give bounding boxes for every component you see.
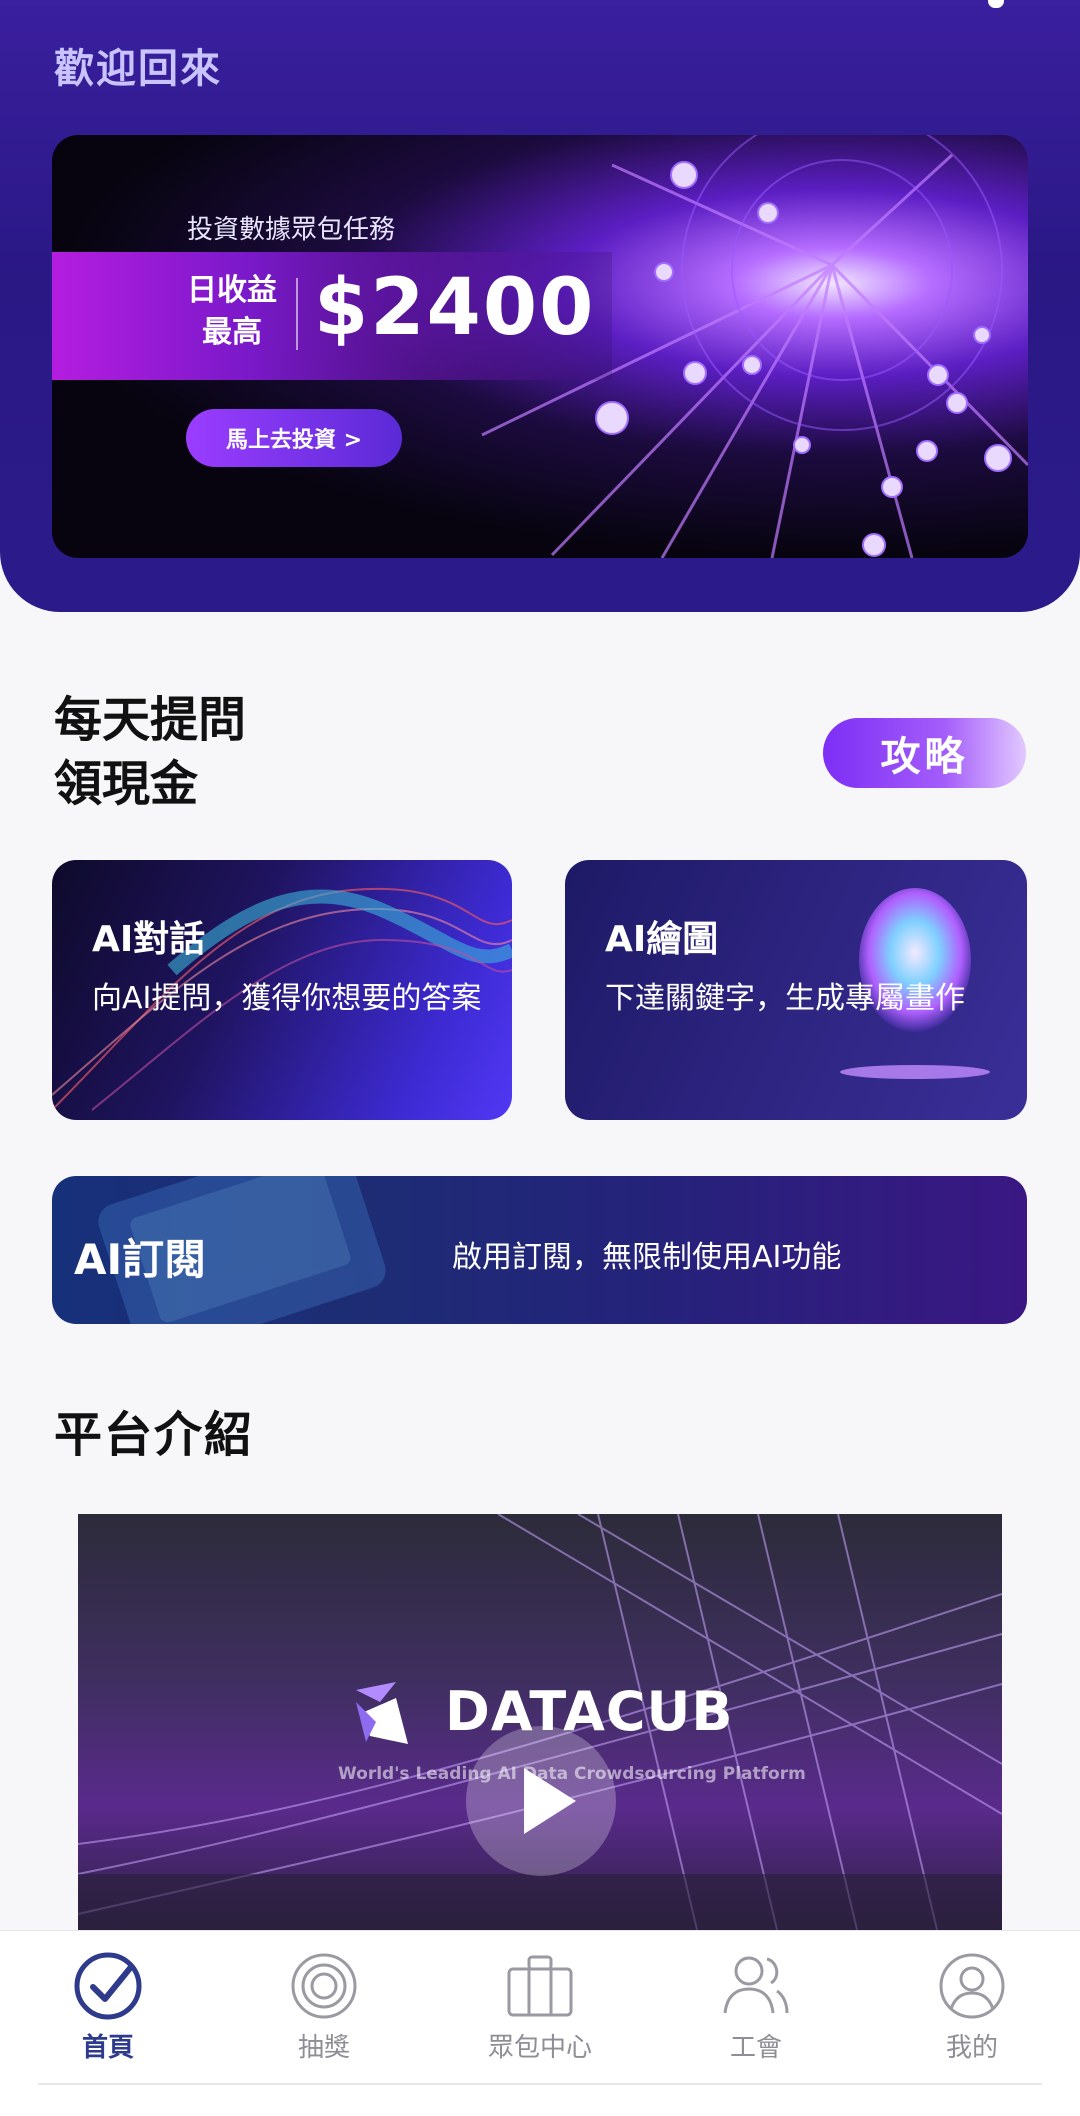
ai-chat-card[interactable]: AI對話 向AI提問，獲得你想要的答案: [52, 860, 512, 1120]
banner-divider: [296, 278, 298, 350]
video-logo: DATACUB: [445, 1680, 734, 1743]
invest-banner[interactable]: 投資數據眾包任務 日收益最高 $2400 馬上去投資 >: [52, 135, 1028, 558]
home-indicator: [38, 2083, 1042, 2085]
ai-drawing-card[interactable]: AI繪圖 下達關鍵字，生成專屬畫作: [565, 860, 1027, 1120]
card-title: AI對話: [92, 919, 206, 960]
tab-union[interactable]: 工會: [686, 1951, 826, 2071]
earnings-amount: $2400: [314, 263, 596, 353]
daily-earnings-label: 日收益最高: [187, 273, 277, 350]
welcome-text: 歡迎回來: [54, 46, 222, 92]
subscription-description: 啟用訂閱，無限制使用AI功能: [452, 1240, 842, 1275]
banner-tag: 投資數據眾包任務: [187, 215, 396, 245]
user-icon: [939, 1953, 1005, 2019]
users-icon: [723, 1956, 789, 2014]
platform-intro-title: 平台介紹: [54, 1407, 255, 1463]
subscription-title: AI訂閱: [74, 1235, 207, 1284]
tab-label: 抽獎: [297, 2033, 350, 2063]
invest-now-button[interactable]: 馬上去投資 >: [186, 409, 402, 467]
tab-profile[interactable]: 我的: [902, 1951, 1042, 2071]
tab-home[interactable]: 首頁: [38, 1951, 178, 2071]
intro-video[interactable]: DATACUB World's Leading AI Data Crowdsou…: [78, 1514, 1002, 1934]
tab-label: 首頁: [81, 2033, 134, 2063]
target-icon: [291, 1953, 357, 2019]
tab-lottery[interactable]: 抽獎: [254, 1951, 394, 2071]
bottom-tab-bar: 首頁 抽獎 眾包中心 工會 我的: [0, 1930, 1080, 2116]
ai-subscription-banner[interactable]: AI訂閱 啟用訂閱，無限制使用AI功能: [52, 1176, 1027, 1324]
tab-label: 我的: [945, 2033, 998, 2063]
card-title: AI繪圖: [605, 919, 719, 960]
briefcase-icon: [507, 1955, 573, 2017]
guide-button[interactable]: 攻略: [823, 718, 1026, 788]
tab-label: 眾包中心: [487, 2033, 592, 2063]
section-title: 每天提問領現金: [54, 692, 247, 812]
card-description: 下達關鍵字，生成專屬畫作: [605, 981, 965, 1016]
play-button[interactable]: [466, 1726, 616, 1876]
tab-crowdsourcing[interactable]: 眾包中心: [470, 1951, 610, 2071]
card-description: 向AI提問，獲得你想要的答案: [92, 981, 482, 1016]
check-circle-icon: [74, 1952, 142, 2020]
tab-label: 工會: [729, 2033, 782, 2063]
